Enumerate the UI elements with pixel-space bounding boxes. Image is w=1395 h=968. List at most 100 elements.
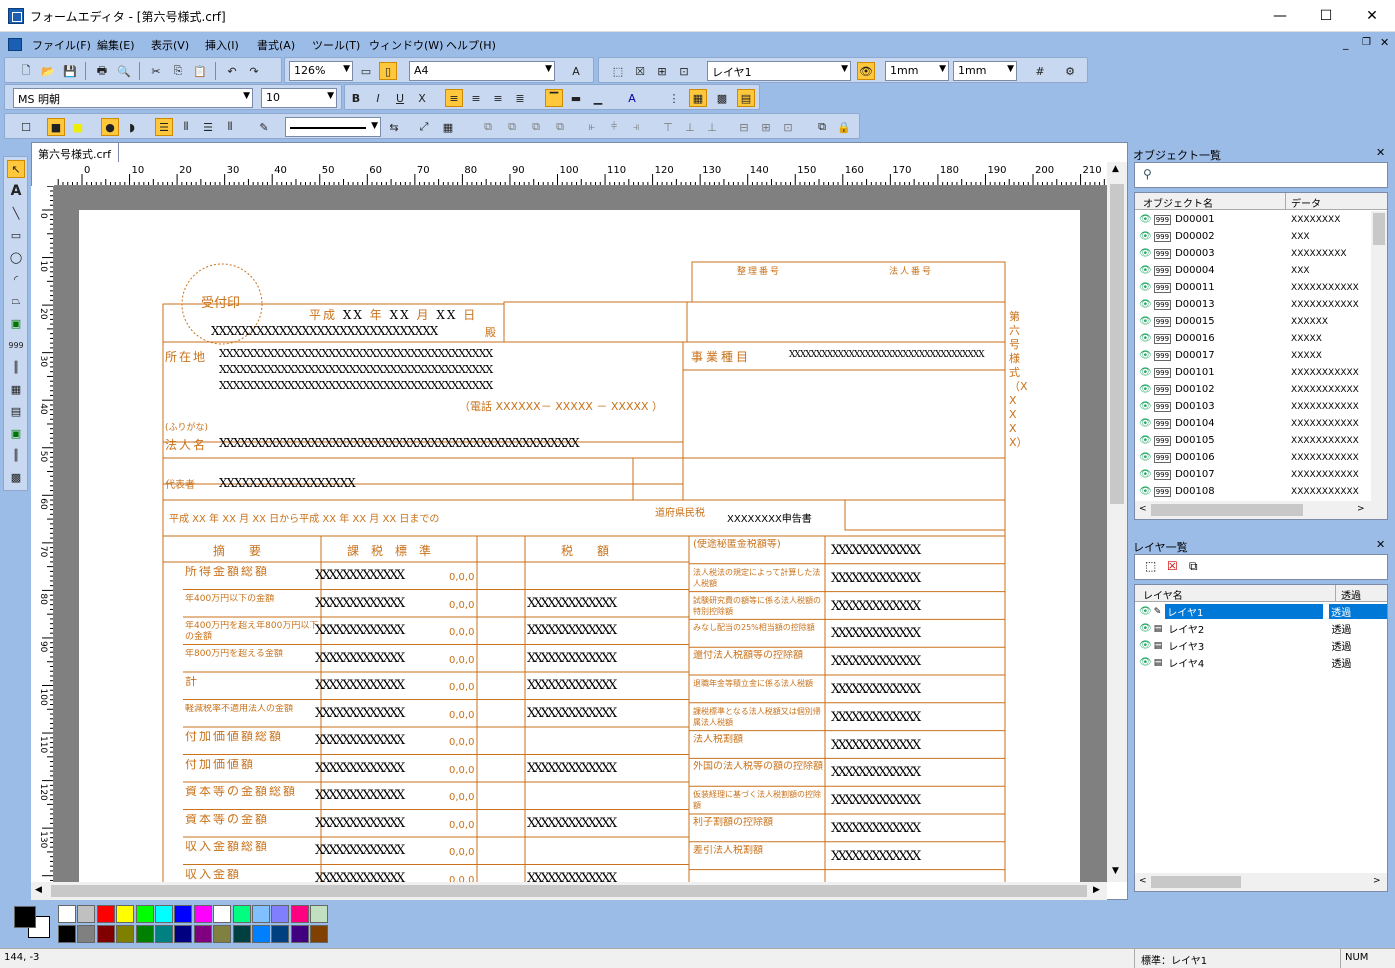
form-row-tax-field[interactable]: XXXXXXXXXXXXX	[527, 623, 617, 638]
layer-panel-close-icon[interactable]: ✕	[1376, 538, 1385, 551]
eye-icon[interactable]: 👁	[1139, 606, 1152, 617]
lines-list-icon[interactable]: ☰	[199, 118, 217, 136]
align-left-icon[interactable]: ≡	[445, 89, 463, 107]
address-line-1[interactable]: XXXXXXXXXXXXXXXXXXXXXXXXXXXXXXXXXXXXXXXX	[219, 346, 493, 362]
arc-tool-icon[interactable]: ◜	[7, 270, 25, 288]
align-obj-left-icon[interactable]: ⫦	[583, 118, 601, 136]
color-swatch[interactable]	[135, 905, 154, 923]
eye-icon[interactable]: 👁	[1139, 231, 1152, 242]
group-icon[interactable]: ⊞	[653, 62, 671, 80]
phone-field[interactable]: （電話 XXXXXX－ XXXXX － XXXXX ）	[459, 398, 663, 414]
table-tool-icon[interactable]: ▦	[7, 380, 25, 398]
same-size-icon[interactable]: ⊡	[779, 118, 797, 136]
copy-icon[interactable]: ⎘	[169, 62, 187, 80]
form-row-base-field[interactable]: XXXXXXXXXXXXX	[315, 568, 405, 583]
layer-visible-icon[interactable]: 👁	[857, 62, 875, 80]
corp-name-field[interactable]: XXXXXXXXXXXXXXXXXXXXXXXXXXXXXXXXXXXXXXXX…	[219, 436, 580, 450]
shadow-icon[interactable]: ●	[101, 118, 119, 136]
menu-window[interactable]: ウィンドウ(W)	[369, 37, 443, 53]
valign-top-icon[interactable]: ▔	[545, 89, 563, 107]
col-layer-name[interactable]: レイヤ名	[1143, 587, 1183, 602]
year-field[interactable]: XX	[343, 308, 364, 322]
fill-yellow-icon[interactable]: ■	[69, 118, 87, 136]
undo-icon[interactable]: ↶	[223, 62, 241, 80]
form-row-base-field[interactable]: XXXXXXXXXXXXX	[315, 843, 405, 858]
eye-icon[interactable]: 👁	[1139, 640, 1152, 651]
field-icon[interactable]: ▤	[737, 89, 755, 107]
italic-button[interactable]: I	[369, 89, 387, 107]
color-swatch[interactable]	[252, 905, 270, 923]
paste-icon[interactable]: 📋	[191, 62, 209, 80]
form-right-field[interactable]: XXXXXXXXXXXXX	[831, 765, 921, 780]
rect-tool-icon[interactable]: ▭	[7, 226, 25, 244]
open-icon[interactable]: 📂	[39, 62, 57, 80]
new-layer-icon[interactable]: ⬚	[1145, 559, 1156, 573]
redo-icon[interactable]: ↷	[245, 62, 263, 80]
form-row-base-field[interactable]: XXXXXXXXXXXXX	[315, 651, 405, 666]
front-icon[interactable]: ⧉	[479, 118, 497, 136]
valign-bottom-icon[interactable]: ▁	[589, 89, 607, 107]
grouping-icon[interactable]: ⧉	[813, 118, 831, 136]
fill-color-icon[interactable]: ■	[47, 118, 65, 136]
color-swatch[interactable]	[310, 925, 329, 943]
pointer-icon[interactable]: ↖	[7, 160, 25, 178]
color-swatch[interactable]	[290, 925, 309, 943]
form-right-field[interactable]: XXXXXXXXXXXXX	[831, 682, 921, 697]
align-center-icon[interactable]: ≡	[467, 89, 485, 107]
color-swatch[interactable]	[96, 905, 115, 923]
shadow2-icon[interactable]: ◗	[123, 118, 141, 136]
color-swatch[interactable]	[77, 925, 96, 943]
minimize-button[interactable]: —	[1257, 0, 1303, 32]
eye-icon[interactable]: 👁	[1139, 265, 1152, 276]
addressee-field[interactable]: XXXXXXXXXXXXXXXXXXXXXXXXXXXXXX	[211, 324, 438, 338]
color-swatch[interactable]	[271, 905, 290, 923]
cut-icon[interactable]: ✂	[147, 62, 165, 80]
object-row[interactable]: 👁 999 D00105 XXXXXXXXXXX	[1135, 432, 1371, 449]
polygon-tool-icon[interactable]: ⏢	[7, 292, 25, 310]
forward-icon[interactable]: ⧉	[527, 118, 545, 136]
frame-icon[interactable]: ⊡	[675, 62, 693, 80]
form-row-tax-field[interactable]: XXXXXXXXXXXXX	[527, 706, 617, 721]
eye-icon[interactable]: 👁	[1139, 384, 1152, 395]
object-row[interactable]: 👁 999 D00015 XXXXXX	[1135, 313, 1371, 330]
color-swatch[interactable]	[77, 905, 96, 923]
align-obj-right-icon[interactable]: ⫣	[627, 118, 645, 136]
menu-edit[interactable]: 編集(E)	[97, 37, 135, 53]
properties-icon[interactable]: ⚙	[1061, 62, 1079, 80]
form-row-base-field[interactable]: XXXXXXXXXXXXX	[315, 816, 405, 831]
lock-icon[interactable]: ▤	[1154, 658, 1163, 668]
lock-icon[interactable]: ▤	[1154, 624, 1163, 634]
period-field[interactable]: 平成 XX 年 XX 月 XX 日から平成 XX 年 XX 月 XX 日までの	[169, 510, 439, 525]
no-fill-icon[interactable]: ☐	[17, 118, 35, 136]
select-all-icon[interactable]: ⬚	[609, 62, 627, 80]
layer-row[interactable]: 👁 ▤ レイヤ3 透過	[1135, 637, 1387, 654]
eye-icon[interactable]: 👁	[1139, 299, 1152, 310]
text-icon[interactable]: A	[567, 62, 585, 80]
rep-name-field[interactable]: XXXXXXXXXXXXXXXXXX	[219, 476, 356, 490]
address-field[interactable]: XXXXXXXXXXXXXXXXXXXXXXXXXXXXXXXXXXXXXXXX…	[219, 346, 493, 394]
font-select[interactable]: MS 明朝 ▼	[13, 88, 253, 108]
align-justify-icon[interactable]: ≣	[511, 89, 529, 107]
color-swatch[interactable]	[290, 905, 309, 923]
field-tool-icon[interactable]: 999	[7, 336, 25, 354]
form-right-field[interactable]: XXXXXXXXXXXXX	[831, 571, 921, 586]
object-row[interactable]: 👁 999 D00002 XXX	[1135, 228, 1371, 245]
foreground-color-swatch[interactable]	[14, 906, 36, 928]
form-right-field[interactable]: XXXXXXXXXXXXX	[831, 849, 921, 864]
color-swatch[interactable]	[193, 925, 212, 943]
preview-icon[interactable]: 🔍	[115, 62, 133, 80]
maximize-button[interactable]: ☐	[1303, 0, 1349, 32]
horizontal-scrollbar[interactable]: ◀ ▶	[31, 882, 1107, 900]
jigyou-field[interactable]: XXXXXXXXXXXXXXXXXXXXXXXXXXXXXXXXXXXX	[789, 350, 985, 360]
color-swatch[interactable]	[174, 925, 193, 943]
form-right-field[interactable]: XXXXXXXXXXXXX	[831, 599, 921, 614]
valign-middle-icon[interactable]: ▬	[567, 89, 585, 107]
color-swatch[interactable]	[174, 905, 193, 923]
lines-h-icon[interactable]: ☰	[155, 118, 173, 136]
form-right-field[interactable]: XXXXXXXXXXXXX	[831, 543, 921, 558]
col-data[interactable]: データ	[1291, 195, 1321, 210]
fit-page-icon[interactable]: ▭	[357, 62, 375, 80]
strike-button[interactable]: X	[413, 89, 431, 107]
find-object-icon[interactable]: ⚲	[1143, 167, 1152, 181]
object-list-hscroll[interactable]: < >	[1135, 501, 1387, 519]
